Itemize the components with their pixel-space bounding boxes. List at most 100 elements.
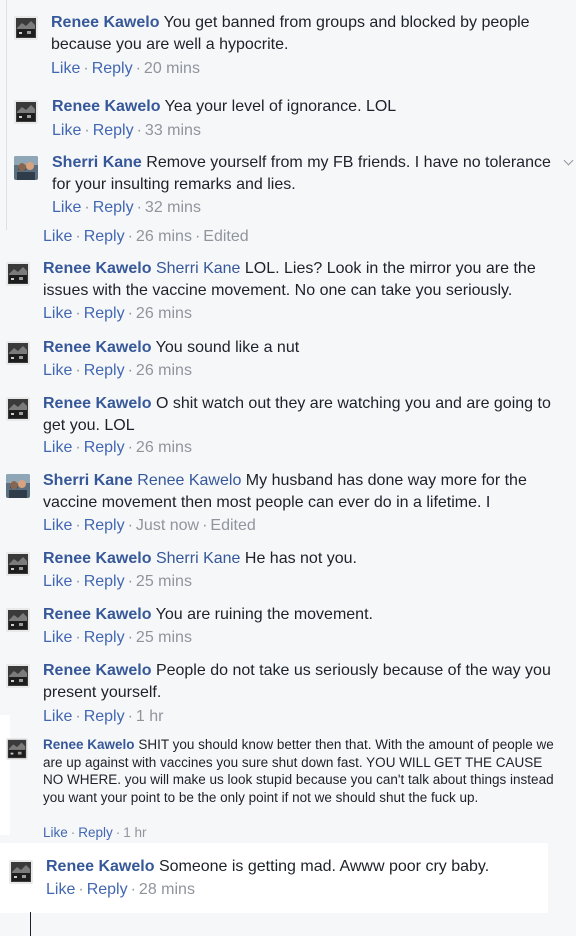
reply-link[interactable]: Reply (84, 573, 125, 590)
mention-tag[interactable]: Sherri Kane (156, 260, 241, 277)
comment-actions: Like · Reply · 25 mins (43, 573, 192, 590)
sherri-avatar-icon (14, 156, 38, 180)
like-link[interactable]: Like (43, 708, 72, 725)
comment-body: Renee Kawelo O shit watch out they are w… (43, 393, 562, 437)
comment-time[interactable]: 26 mins (136, 439, 192, 456)
comment-actions: Like · Reply · 1 hr (43, 708, 164, 725)
like-link[interactable]: Like (52, 199, 81, 216)
comment-time[interactable]: 26 mins (136, 362, 192, 379)
comment-body: Renee Kawelo Sherri Kane He has not you. (43, 548, 562, 570)
avatar[interactable] (6, 738, 28, 760)
comment-actions: Like · Reply · 26 mins (43, 362, 192, 379)
mention-tag[interactable]: Sherri Kane (156, 550, 241, 567)
comment-time[interactable]: 26 mins (136, 305, 192, 322)
edited-label[interactable]: Edited (210, 517, 255, 534)
comment-time[interactable]: 32 mins (145, 199, 201, 216)
comment-author[interactable]: Renee Kawelo (43, 662, 151, 679)
comment-author[interactable]: Renee Kawelo (51, 14, 159, 31)
reply-link[interactable]: Reply (84, 708, 125, 725)
like-link[interactable]: Like (52, 122, 81, 139)
avatar[interactable] (6, 262, 30, 286)
avatar[interactable] (14, 156, 38, 180)
avatar[interactable] (14, 100, 38, 124)
reply-link[interactable]: Reply (84, 228, 125, 245)
comment-author[interactable]: Renee Kawelo (43, 606, 151, 623)
comment-actions: Like · Reply · 20 mins (51, 60, 200, 77)
comment-author[interactable]: Renee Kawelo (46, 858, 154, 875)
renee-avatar-icon (9, 860, 33, 884)
comment-author[interactable]: Sherri Kane (52, 154, 142, 171)
reply-link[interactable]: Reply (92, 60, 133, 77)
comment-time[interactable]: Just now (136, 517, 199, 534)
comment-actions: Like · Reply · 26 mins (43, 305, 192, 322)
avatar[interactable] (6, 397, 30, 421)
reply-link[interactable]: Reply (84, 629, 125, 646)
like-link[interactable]: Like (43, 517, 72, 534)
like-link[interactable]: Like (43, 228, 72, 245)
comment-author[interactable]: Renee Kawelo (43, 395, 151, 412)
avatar[interactable] (6, 341, 30, 365)
comment-thread: Renee Kawelo You get banned from groups … (0, 0, 576, 936)
renee-avatar-icon (6, 608, 30, 632)
avatar[interactable] (14, 16, 38, 40)
renee-avatar-icon (6, 664, 30, 688)
comment-body: Renee Kawelo You get banned from groups … (51, 12, 562, 56)
mention-tag[interactable]: Renee Kawelo (137, 472, 241, 489)
comment-author[interactable]: Renee Kawelo (52, 98, 160, 115)
comment-time[interactable]: 26 mins (136, 228, 192, 245)
reply-box-background (0, 843, 548, 913)
comment-time[interactable]: 1 hr (123, 825, 146, 840)
reply-link[interactable]: Reply (84, 439, 125, 456)
comment-text: He has not you. (244, 550, 357, 567)
avatar[interactable] (6, 664, 30, 688)
edited-label[interactable]: Edited (203, 228, 248, 245)
comment-body: Renee Kawelo You sound like a nut (43, 337, 562, 359)
reply-link[interactable]: Reply (84, 362, 125, 379)
comment-time[interactable]: 25 mins (136, 573, 192, 590)
like-link[interactable]: Like (46, 881, 75, 898)
comment-body: Sherri Kane Renee Kawelo My husband has … (43, 470, 562, 514)
renee-avatar-icon (6, 397, 30, 421)
comment-time[interactable]: 33 mins (145, 122, 201, 139)
like-link[interactable]: Like (43, 825, 68, 840)
comment-time[interactable]: 25 mins (136, 629, 192, 646)
thread-indent-line (6, 0, 7, 230)
comment-author[interactable]: Sherri Kane (43, 472, 133, 489)
comment-actions: Like · Reply · 32 mins (52, 199, 201, 216)
comment-body: Renee Kawelo Sherri Kane LOL. Lies? Look… (43, 258, 562, 302)
like-link[interactable]: Like (43, 362, 72, 379)
avatar[interactable] (6, 608, 30, 632)
comment-author[interactable]: Renee Kawelo (43, 550, 151, 567)
comment-author[interactable]: Renee Kawelo (43, 260, 151, 277)
reply-link[interactable]: Reply (93, 199, 134, 216)
renee-avatar-icon (6, 738, 28, 760)
reply-link[interactable]: Reply (93, 122, 134, 139)
like-link[interactable]: Like (43, 629, 72, 646)
comment-author[interactable]: Renee Kawelo (43, 737, 135, 752)
comment-actions: Like · Reply · 1 hr (43, 825, 147, 840)
comment-body: Renee Kawelo Yea your level of ignorance… (52, 96, 562, 118)
avatar[interactable] (6, 474, 30, 498)
reply-link[interactable]: Reply (84, 305, 125, 322)
like-link[interactable]: Like (43, 573, 72, 590)
comment-time[interactable]: 28 mins (139, 881, 195, 898)
comment-time[interactable]: 20 mins (144, 60, 200, 77)
comment-text: Someone is getting mad. Awww poor cry ba… (158, 858, 490, 875)
reply-link[interactable]: Reply (84, 517, 125, 534)
like-link[interactable]: Like (43, 305, 72, 322)
reply-link[interactable]: Reply (87, 881, 128, 898)
comment-actions: Like · Reply · 26 mins · Edited (43, 228, 249, 245)
reply-link[interactable]: Reply (78, 825, 113, 840)
avatar[interactable] (6, 552, 30, 576)
like-link[interactable]: Like (43, 439, 72, 456)
renee-avatar-icon (6, 262, 30, 286)
comment-author[interactable]: Renee Kawelo (43, 339, 151, 356)
comment-time[interactable]: 1 hr (136, 708, 164, 725)
like-link[interactable]: Like (51, 60, 80, 77)
avatar[interactable] (9, 860, 33, 884)
chevron-icon[interactable] (563, 155, 574, 166)
renee-avatar-icon (6, 552, 30, 576)
comment-actions: Like · Reply · 33 mins (52, 122, 201, 139)
comment-actions: Like · Reply · 28 mins (46, 881, 195, 898)
comment-body: Renee Kawelo Someone is getting mad. Aww… (46, 856, 545, 878)
